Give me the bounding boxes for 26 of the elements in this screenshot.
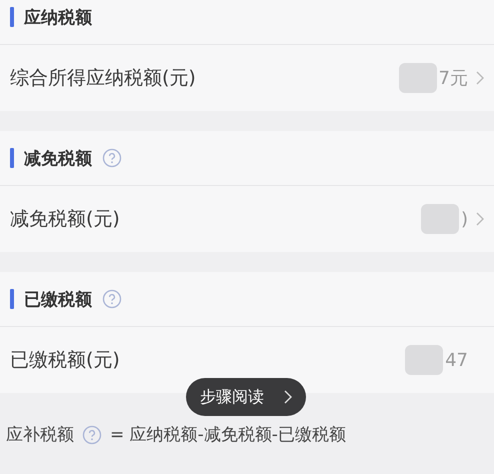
row-value: ): [460, 208, 468, 230]
chevron-icon: [284, 390, 292, 404]
row-label: 综合所得应纳税额(元): [10, 66, 197, 91]
redaction-block: [398, 63, 437, 93]
section-title: 已缴税额: [24, 288, 92, 310]
tax-row[interactable]: 综合所得应纳税额(元) 7元: [0, 45, 494, 111]
help-icon[interactable]: [82, 424, 102, 444]
help-icon[interactable]: [102, 289, 122, 309]
accent-bar: [10, 7, 14, 27]
tax-row[interactable]: 减免税额(元) ): [0, 186, 494, 252]
redaction-block: [420, 204, 459, 234]
section-title: 应纳税额: [24, 6, 92, 28]
help-icon[interactable]: [102, 148, 122, 168]
footer-label: 应补税额: [6, 424, 74, 446]
row-label: 减免税额(元): [10, 207, 121, 232]
step-reading-button[interactable]: 步骤阅读: [186, 378, 306, 416]
accent-bar: [10, 148, 14, 168]
formula-text: = 应纳税额-减免税额-已缴税额: [110, 424, 346, 446]
row-value: 7元: [438, 67, 468, 90]
chevron-icon: [476, 212, 484, 226]
chevron-icon: [476, 71, 484, 85]
row-label: 已缴税额(元): [10, 348, 121, 373]
row-value: 47: [445, 350, 468, 370]
redaction-block: [405, 345, 444, 375]
accent-bar: [10, 289, 14, 309]
section-title: 减免税额: [24, 148, 92, 170]
